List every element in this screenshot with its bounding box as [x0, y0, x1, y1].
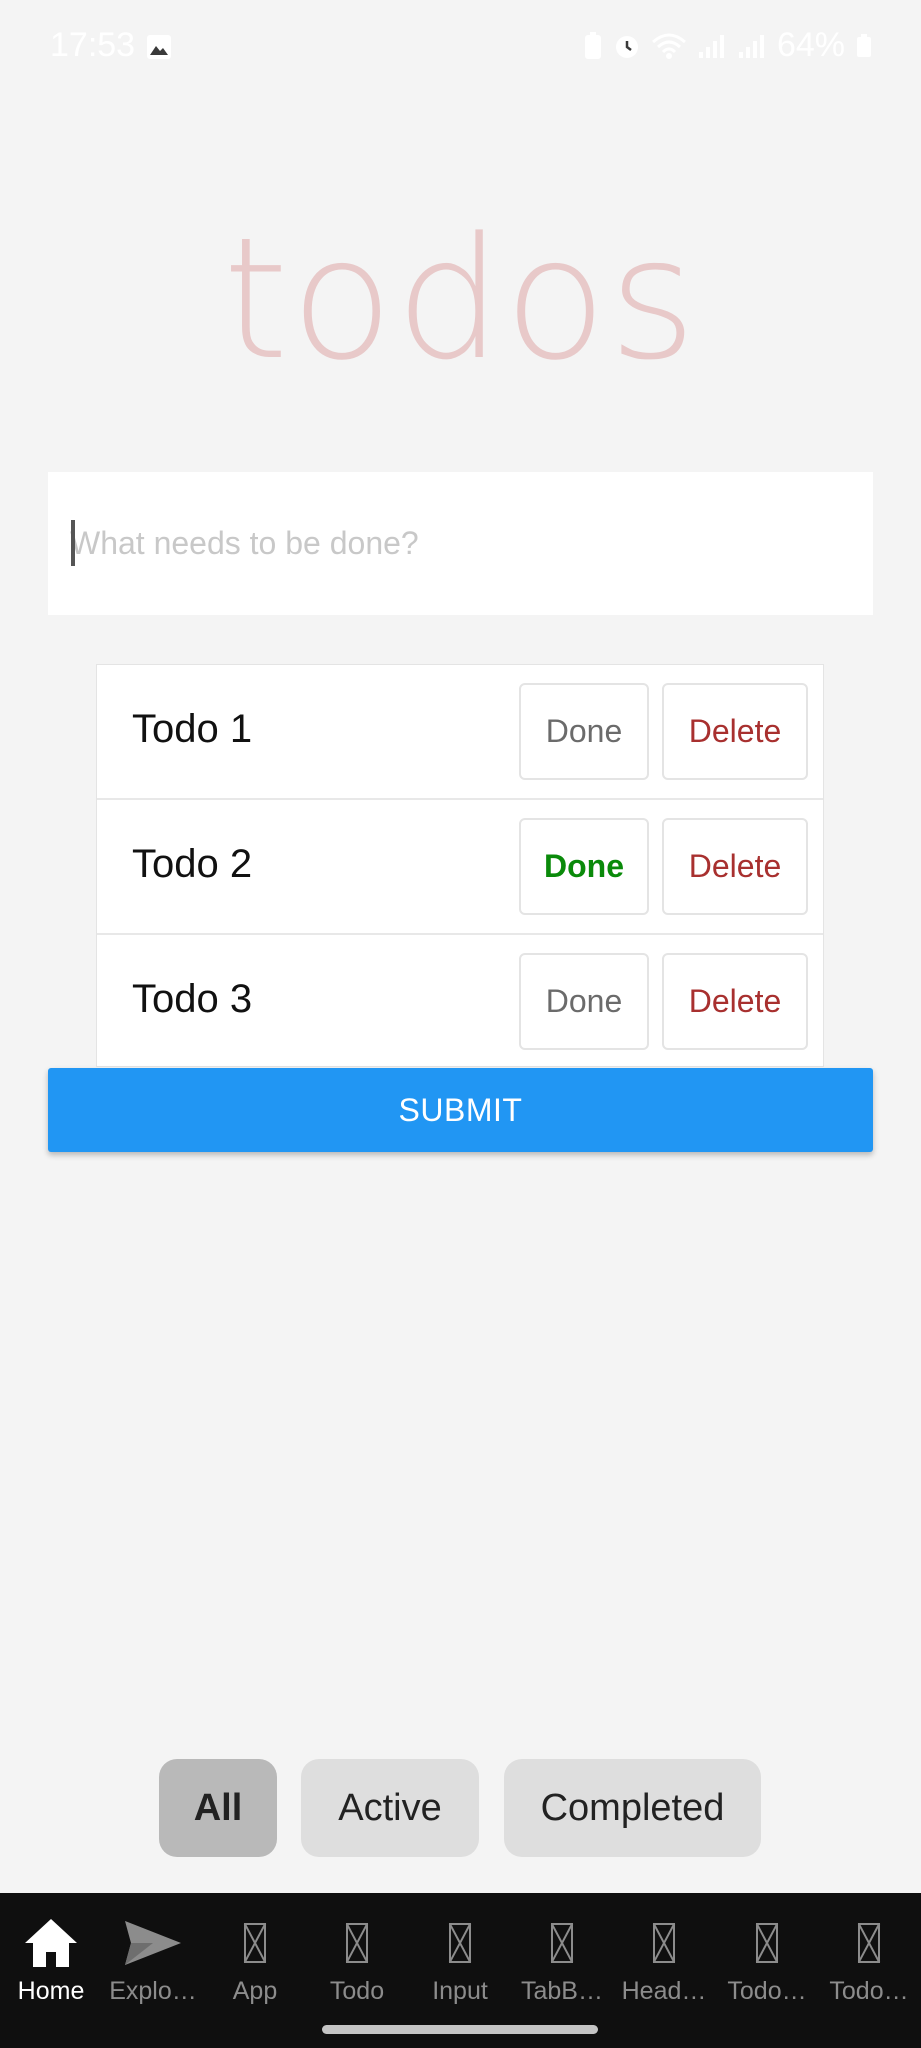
done-button[interactable]: Done: [519, 683, 649, 780]
missing-glyph-icon: [551, 1923, 573, 1963]
delete-button[interactable]: Delete: [662, 683, 808, 780]
missing-glyph-icon: [756, 1923, 778, 1963]
status-bar: 17:53 64%: [0, 0, 921, 96]
tab-label: Head…: [621, 1977, 707, 2005]
missing-glyph-icon: [244, 1923, 266, 1963]
tab-app[interactable]: App: [204, 1893, 306, 2013]
tab-label: Todo…: [727, 1977, 807, 2005]
tab-input[interactable]: Input: [409, 1893, 511, 2013]
signal-2-icon: [738, 34, 764, 58]
filter-completed-button[interactable]: Completed: [504, 1759, 761, 1857]
missing-glyph-icon: [653, 1923, 675, 1963]
battery-percent: 64%: [776, 26, 845, 64]
tab-label: TabB…: [521, 1977, 603, 2005]
text-cursor: [71, 520, 75, 566]
alarm-icon: [615, 35, 638, 58]
tab-label: App: [232, 1977, 278, 2005]
tab-label: Input: [432, 1977, 488, 2005]
tab-tabbar[interactable]: TabB…: [511, 1893, 613, 2013]
gallery-icon: [147, 35, 171, 59]
done-button[interactable]: Done: [519, 818, 649, 915]
status-icons: 64%: [583, 26, 873, 65]
tab-todo[interactable]: Todo: [306, 1893, 408, 2013]
battery-saver-icon: [584, 31, 601, 59]
missing-glyph-icon: [449, 1923, 471, 1963]
todo-label: Todo 1: [132, 707, 253, 751]
status-time: 17:53: [50, 26, 136, 64]
send-icon: [125, 1921, 181, 1965]
signal-icon: [698, 34, 724, 58]
page-title: todos: [222, 201, 699, 397]
home-indicator[interactable]: [322, 2025, 598, 2034]
app-screen: 17:53 64% todos What needs to be done? T…: [0, 0, 921, 2048]
wifi-icon: [651, 33, 686, 59]
todo-label: Todo 2: [132, 842, 253, 886]
todo-list: Todo 1 Done Delete Todo 2 Done Delete To…: [96, 664, 824, 1067]
tab-label: Home: [17, 1977, 85, 2005]
missing-glyph-icon: [346, 1923, 368, 1963]
tab-header[interactable]: Head…: [613, 1893, 715, 2013]
todo-label: Todo 3: [132, 977, 253, 1021]
filter-all-button[interactable]: All: [159, 1759, 277, 1857]
missing-glyph-icon: [858, 1923, 880, 1963]
new-todo-input[interactable]: [48, 472, 873, 615]
todo-item: Todo 2 Done Delete: [97, 800, 823, 935]
filter-active-button[interactable]: Active: [301, 1759, 479, 1857]
tab-label: Todo: [329, 1977, 385, 2005]
battery-icon: [857, 33, 871, 57]
delete-button[interactable]: Delete: [662, 818, 808, 915]
todo-item: Todo 1 Done Delete: [97, 665, 823, 800]
tab-todo-3[interactable]: Todo…: [818, 1893, 920, 2013]
tab-label: Todo…: [829, 1977, 909, 2005]
todo-item: Todo 3 Done Delete: [97, 935, 823, 1066]
submit-button[interactable]: SUBMIT: [48, 1068, 873, 1152]
tab-todo-2[interactable]: Todo…: [716, 1893, 818, 2013]
tab-label: Explo…: [109, 1977, 197, 2005]
home-icon: [25, 1919, 77, 1967]
tab-explore[interactable]: Explo…: [102, 1893, 204, 2013]
tab-home[interactable]: Home: [0, 1893, 102, 2013]
done-button[interactable]: Done: [519, 953, 649, 1050]
delete-button[interactable]: Delete: [662, 953, 808, 1050]
